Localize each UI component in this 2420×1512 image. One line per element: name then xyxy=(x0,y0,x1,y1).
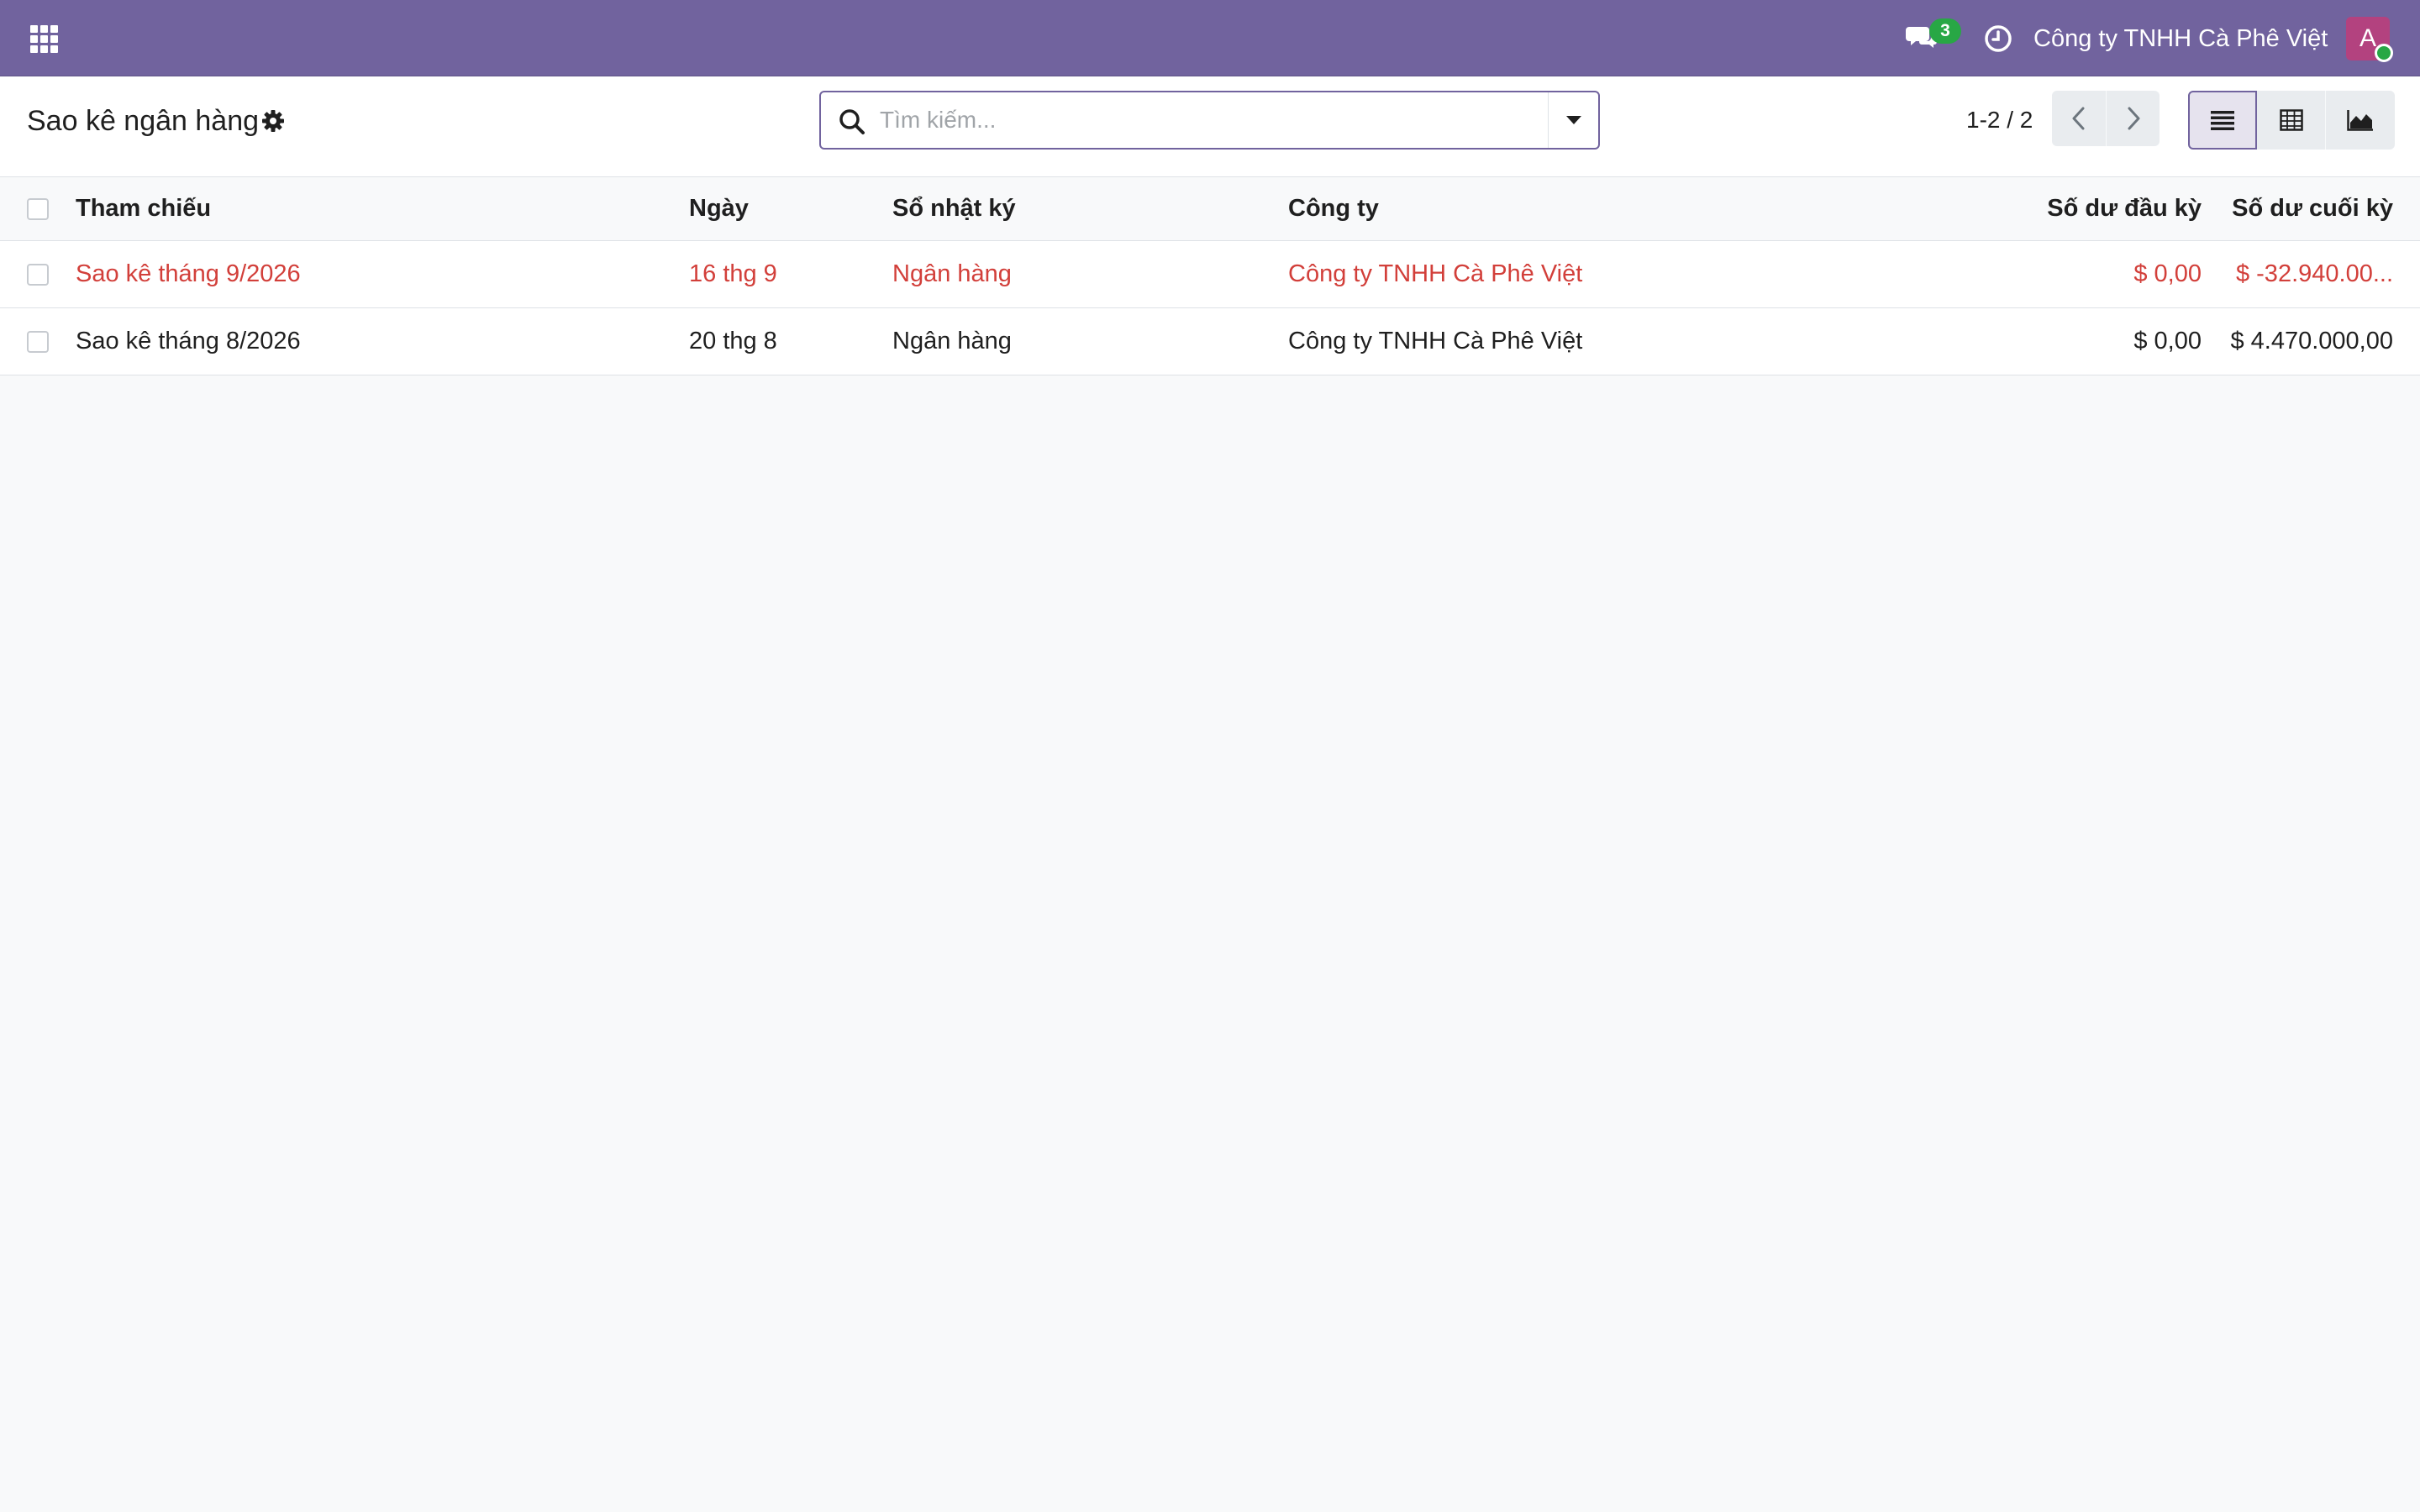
column-header-ending-balance[interactable]: Số dư cuối kỳ xyxy=(2215,177,2393,240)
company-switcher[interactable]: Công ty TNHH Cà Phê Việt xyxy=(2033,22,2328,55)
row-ending-balance: $ 4.470.000,00 xyxy=(2230,328,2393,354)
view-switcher xyxy=(2188,91,2395,150)
caret-down-icon xyxy=(1565,116,1581,124)
search-icon xyxy=(838,108,866,136)
column-header-journal[interactable]: Sổ nhật ký xyxy=(892,177,1262,240)
activities-button[interactable] xyxy=(1980,20,2017,57)
row-company: Công ty TNHH Cà Phê Việt xyxy=(1288,328,1583,354)
graph-view-icon xyxy=(2347,110,2373,131)
clock-icon xyxy=(1985,25,2012,52)
row-journal: Ngân hàng xyxy=(892,328,1012,354)
control-panel: Sao kê ngân hàng 1-2 / 2 xyxy=(0,76,2420,177)
search-input[interactable] xyxy=(880,99,1518,141)
apps-menu-button[interactable] xyxy=(17,17,71,60)
search-options-toggle[interactable] xyxy=(1548,92,1598,148)
list-view-icon xyxy=(2211,111,2234,130)
top-navbar: 3 Công ty TNHH Cà Phê Việt A xyxy=(0,0,2420,76)
pager-value[interactable]: 1-2 / 2 xyxy=(1966,102,2033,139)
page-title: Sao kê ngân hàng xyxy=(27,105,260,137)
row-reference: Sao kê tháng 8/2026 xyxy=(76,328,301,354)
column-header-company[interactable]: Công ty xyxy=(1288,177,1960,240)
gear-icon xyxy=(262,110,284,132)
column-header-starting-balance[interactable]: Số dư đầu kỳ xyxy=(1958,177,2202,240)
pager-next-button[interactable] xyxy=(2106,91,2160,146)
row-checkbox[interactable] xyxy=(27,263,49,286)
select-all-checkbox[interactable] xyxy=(27,197,49,220)
search-box xyxy=(819,91,1600,150)
table-row[interactable]: Sao kê tháng 8/2026 20 thg 8 Ngân hàng C… xyxy=(0,308,2420,375)
graph-view-button[interactable] xyxy=(2326,91,2395,150)
list-view-button[interactable] xyxy=(2188,91,2257,150)
message-count-badge: 3 xyxy=(1929,18,1961,44)
pivot-view-button[interactable] xyxy=(2257,91,2326,150)
presence-status-dot xyxy=(2375,44,2393,62)
chevron-right-icon xyxy=(2128,107,2139,130)
bank-statements-table: Tham chiếu Ngày Sổ nhật ký Công ty Số dư… xyxy=(0,177,2420,375)
column-header-date[interactable]: Ngày xyxy=(689,177,874,240)
row-ending-balance: $ -32.940.00... xyxy=(2235,260,2393,287)
row-journal: Ngân hàng xyxy=(892,260,1012,287)
pivot-view-icon xyxy=(2279,109,2303,131)
row-date: 16 thg 9 xyxy=(689,260,777,287)
settings-button[interactable] xyxy=(260,108,286,134)
table-header: Tham chiếu Ngày Sổ nhật ký Công ty Số dư… xyxy=(0,177,2420,241)
messages-button[interactable]: 3 xyxy=(1901,18,1961,57)
column-header-reference[interactable]: Tham chiếu xyxy=(76,177,664,240)
row-company: Công ty TNHH Cà Phê Việt xyxy=(1288,260,1583,287)
chevron-left-icon xyxy=(2072,107,2085,130)
row-date: 20 thg 8 xyxy=(689,328,777,354)
pager-previous-button[interactable] xyxy=(2052,91,2106,146)
row-starting-balance: $ 0,00 xyxy=(2133,260,2202,287)
row-checkbox[interactable] xyxy=(27,330,49,353)
table-row[interactable]: Sao kê tháng 9/2026 16 thg 9 Ngân hàng C… xyxy=(0,241,2420,308)
row-starting-balance: $ 0,00 xyxy=(2133,328,2202,354)
apps-grid-icon xyxy=(29,24,58,53)
row-reference: Sao kê tháng 9/2026 xyxy=(76,260,301,287)
